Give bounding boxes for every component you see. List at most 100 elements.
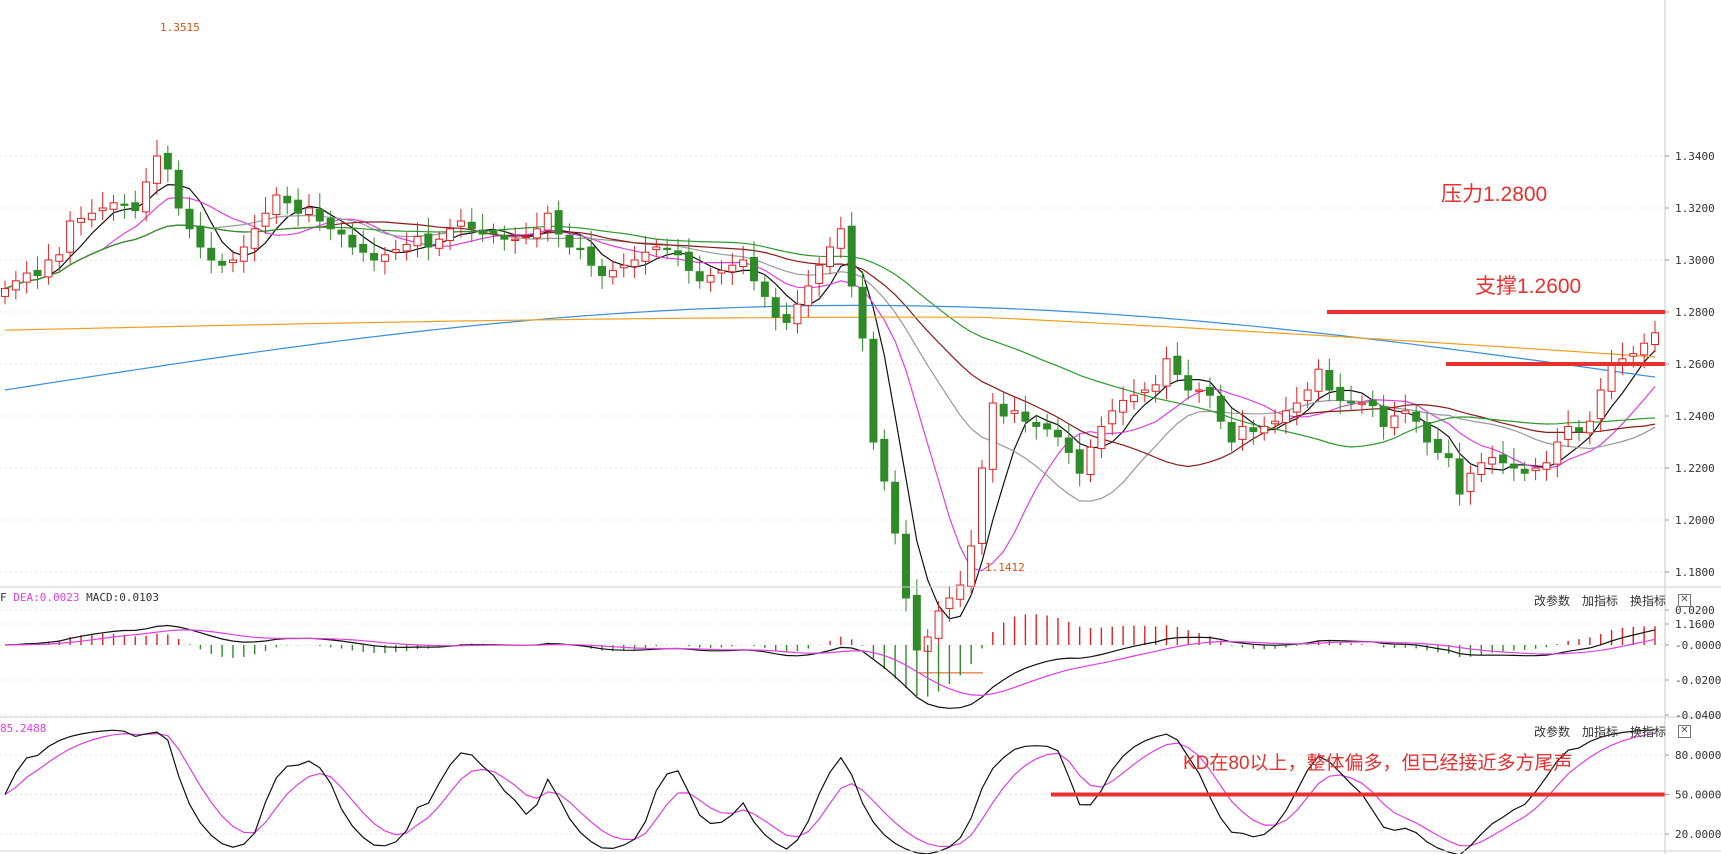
macd-switch-indicator-button[interactable]: 换指标 <box>1630 592 1666 609</box>
kd-annotation: KD在80以上，整体偏多，但已经接近多方尾声 <box>1183 753 1573 774</box>
candle <box>1281 410 1290 423</box>
candle <box>11 280 20 291</box>
candle <box>1455 458 1464 495</box>
candle <box>1520 468 1529 474</box>
candle <box>1021 411 1030 422</box>
candle <box>858 286 867 339</box>
candle <box>1162 358 1171 387</box>
candle <box>174 169 183 209</box>
candle <box>695 271 704 282</box>
price-tick-label: 1.3000 <box>1675 254 1715 267</box>
candle <box>598 266 607 277</box>
macd-close-icon[interactable]: ✕ <box>1678 594 1691 607</box>
candle <box>1542 462 1551 470</box>
candle <box>652 246 661 251</box>
candle <box>1216 396 1225 422</box>
support-annotation: 支撑1.2600 <box>1475 275 1582 298</box>
price-tick-label: 1.1800 <box>1675 566 1715 579</box>
candle <box>239 246 248 262</box>
candle <box>370 253 379 261</box>
candle <box>869 338 878 443</box>
kd-close-icon[interactable]: ✕ <box>1678 725 1691 738</box>
candle <box>1564 425 1573 440</box>
candle <box>261 212 270 227</box>
candle <box>630 259 639 267</box>
candle <box>337 229 346 235</box>
candle <box>847 225 856 287</box>
candle <box>1553 441 1562 465</box>
candle <box>1173 355 1182 375</box>
candle <box>793 303 802 325</box>
candle <box>674 250 683 256</box>
candle <box>641 251 650 262</box>
candle <box>1444 453 1453 459</box>
candle <box>1477 462 1486 475</box>
candle <box>22 272 31 283</box>
kd-switch-indicator-button[interactable]: 换指标 <box>1630 723 1666 740</box>
macd-tick-label: -0.0400 <box>1675 709 1721 722</box>
candle <box>836 228 845 249</box>
macd-add-indicator-button[interactable]: 加指标 <box>1582 592 1618 609</box>
candle <box>391 249 400 253</box>
low-marker-label: 1.1412 <box>985 561 1025 574</box>
candle <box>912 594 921 651</box>
candle <box>587 246 596 266</box>
candle <box>619 264 628 269</box>
candle <box>1607 363 1616 392</box>
candle <box>1249 427 1258 433</box>
price-tick-label: 1.2600 <box>1675 358 1715 371</box>
kd-tick-label: 50.0000 <box>1675 789 1721 802</box>
candle <box>1 288 9 297</box>
candle <box>750 256 759 282</box>
candle <box>891 481 900 534</box>
kd-params-button[interactable]: 改参数 <box>1534 723 1570 740</box>
chart-canvas[interactable]: 1.3400 1.3200 1.3000 1.2800 1.2600 1.2400 1.22… <box>0 0 1721 854</box>
candle <box>1043 423 1052 430</box>
candle <box>988 402 997 470</box>
candle <box>44 259 53 278</box>
candle <box>120 203 129 206</box>
candle <box>1314 368 1323 392</box>
candle <box>380 254 389 262</box>
candle <box>684 251 693 271</box>
candle <box>1119 399 1128 413</box>
candle <box>815 264 824 284</box>
candle <box>152 155 161 184</box>
candle <box>967 545 976 587</box>
price-tick-label: 1.3200 <box>1675 202 1715 215</box>
candle <box>489 230 498 235</box>
candle <box>1292 402 1301 413</box>
candle <box>218 260 227 266</box>
candle <box>500 234 509 240</box>
candle <box>435 238 444 249</box>
macd-tick-label: -0.0200 <box>1675 674 1721 687</box>
candle <box>782 314 791 323</box>
macd-params-button[interactable]: 改参数 <box>1534 592 1570 609</box>
candle <box>804 285 813 306</box>
candle <box>1368 399 1377 407</box>
candle <box>1651 332 1659 345</box>
kd-add-indicator-button[interactable]: 加指标 <box>1582 723 1618 740</box>
candle <box>1640 342 1649 356</box>
candle <box>1466 472 1475 492</box>
candle <box>163 152 172 170</box>
candle <box>131 202 140 212</box>
candle <box>880 438 889 482</box>
candle <box>728 264 737 273</box>
candle <box>1205 386 1214 396</box>
candle <box>1531 467 1540 472</box>
price-tick-label: 1.2800 <box>1675 306 1715 319</box>
macd-dif-line <box>4 624 1656 709</box>
candle <box>1488 457 1497 465</box>
candle <box>1238 425 1247 440</box>
candle <box>565 234 574 248</box>
candle <box>1423 422 1432 443</box>
candle <box>402 243 411 252</box>
macd-toolbar: 改参数 加指标 换指标 ✕ <box>1534 592 1691 609</box>
candle <box>1390 415 1399 429</box>
candle <box>554 210 563 235</box>
candle <box>98 207 107 212</box>
candle <box>1499 454 1508 464</box>
candle <box>1347 401 1356 404</box>
candle <box>87 212 96 221</box>
